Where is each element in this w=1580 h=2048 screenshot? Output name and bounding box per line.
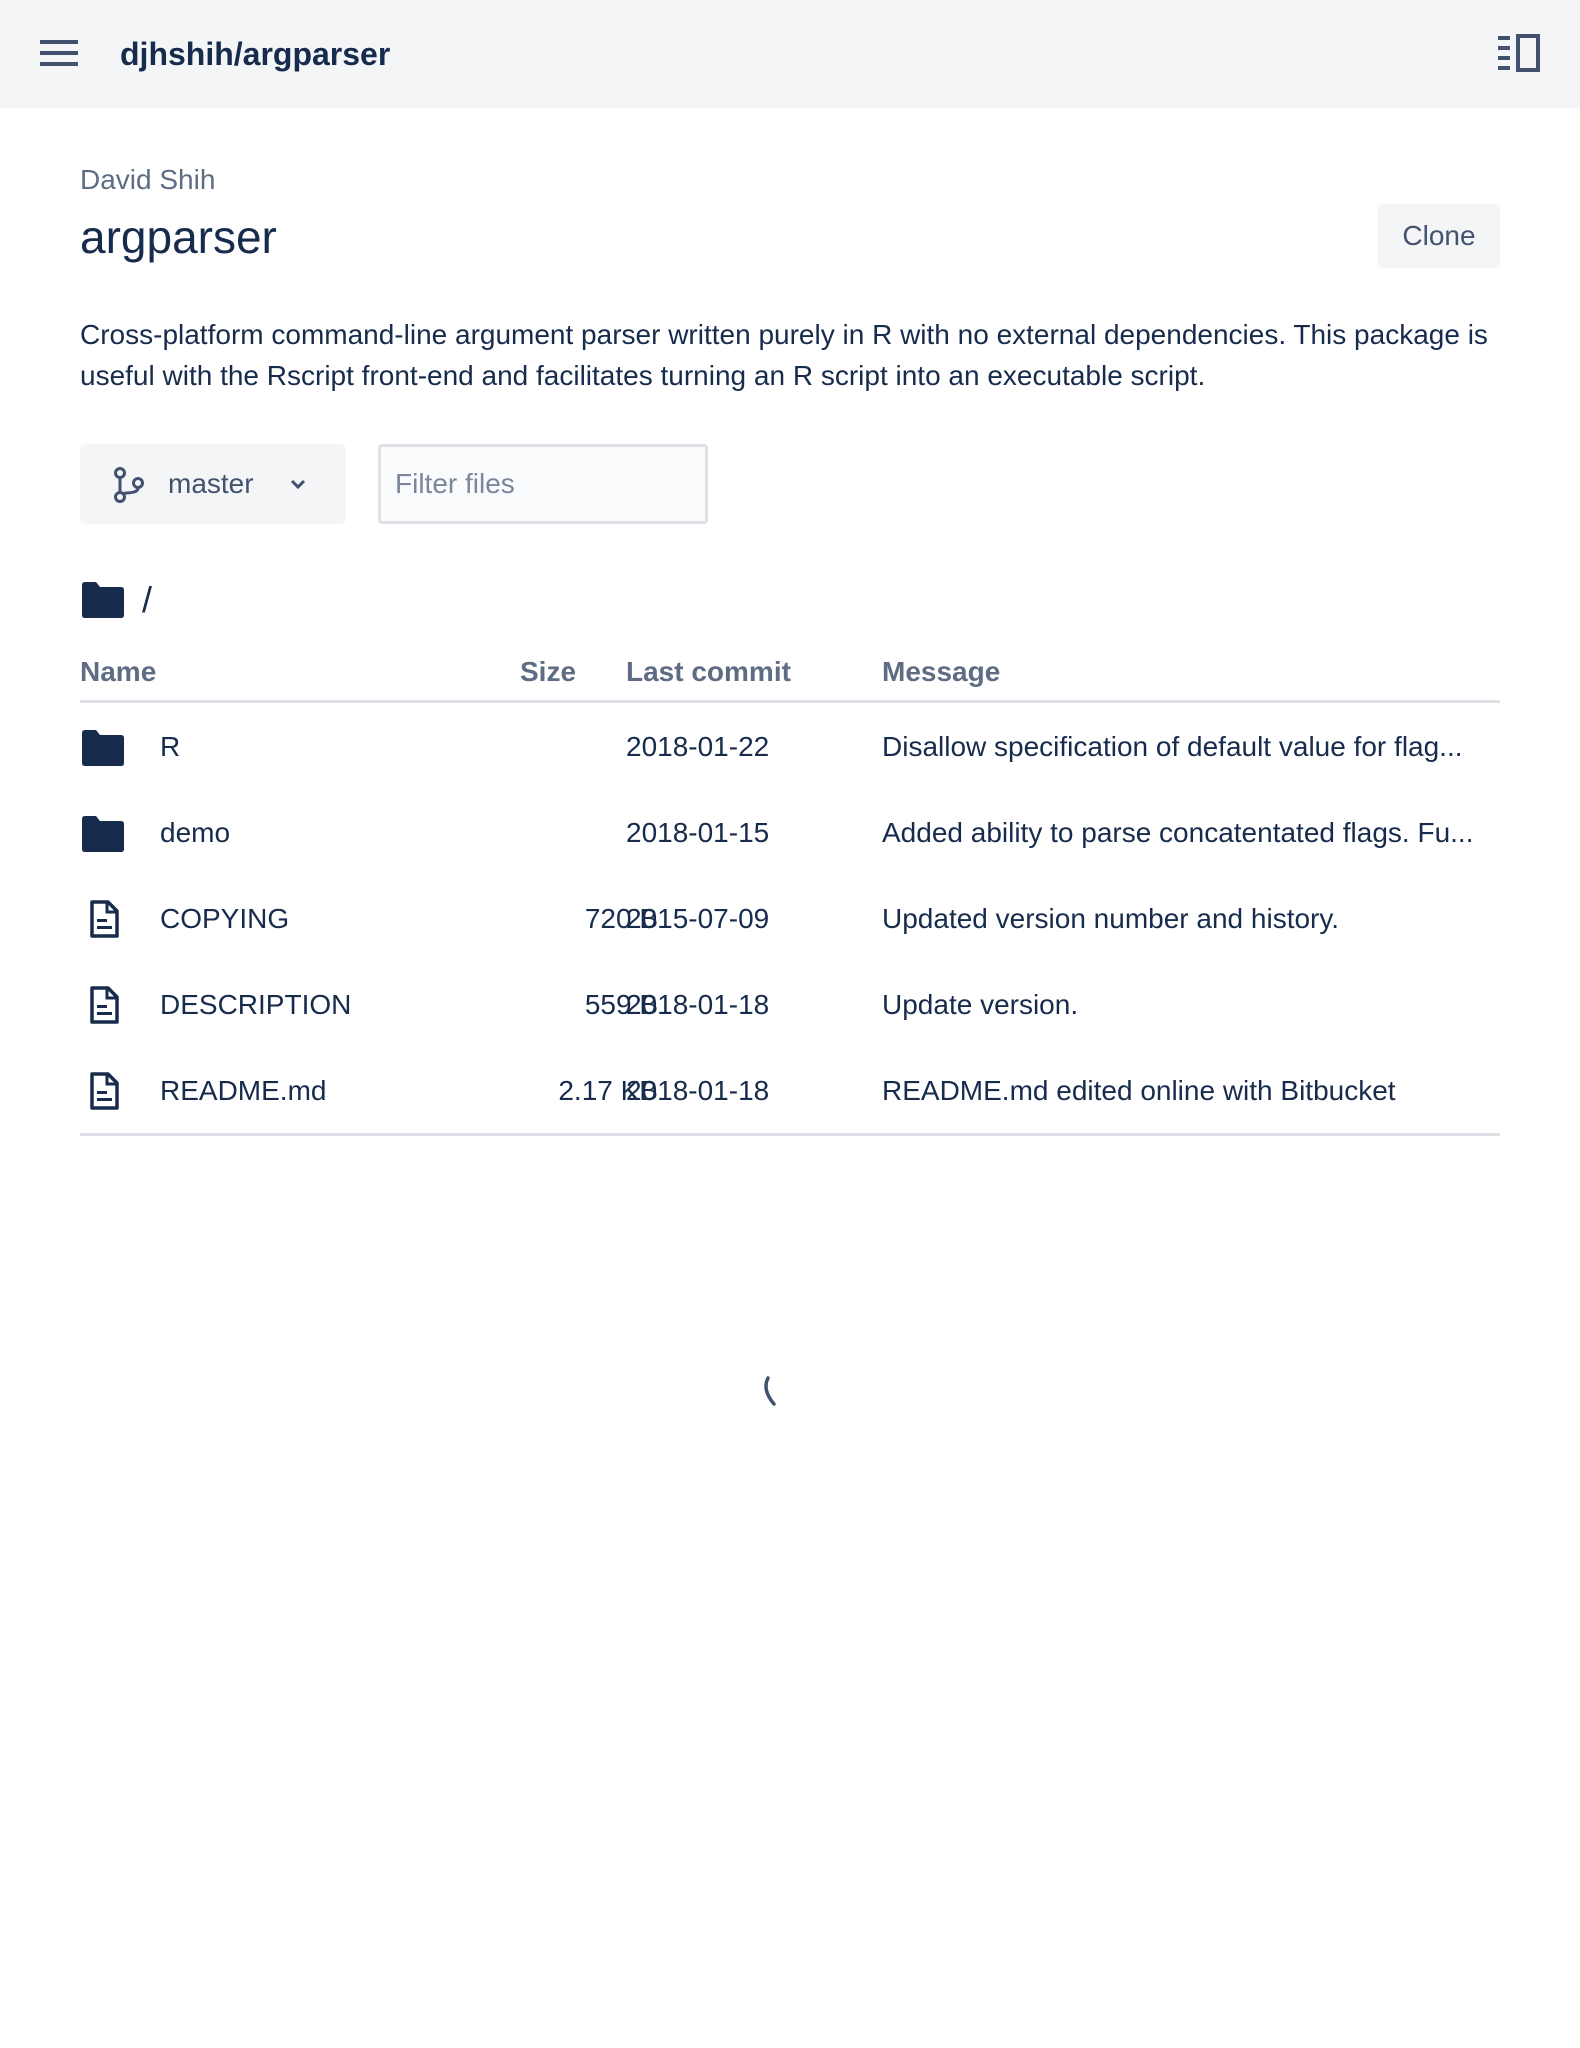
- table-row[interactable]: DESCRIPTION 559 B 2018-01-18 Update vers…: [80, 962, 1500, 1048]
- repo-description: Cross-platform command-line argument par…: [80, 319, 1488, 391]
- file-icon: [82, 1070, 124, 1112]
- branch-selector[interactable]: master: [80, 444, 346, 524]
- file-name[interactable]: COPYING: [160, 900, 289, 938]
- branch-icon: [112, 466, 146, 504]
- file-name[interactable]: DESCRIPTION: [160, 986, 351, 1024]
- repo-path-title[interactable]: djhshih/argparser: [120, 34, 390, 74]
- commit-date: 2018-01-18: [626, 1075, 770, 1106]
- commit-date: 2015-07-09: [626, 903, 770, 934]
- file-name[interactable]: R: [160, 728, 180, 766]
- commit-message: Update version.: [882, 989, 1079, 1020]
- table-footer-divider: [80, 1133, 1500, 1136]
- top-bar: djhshih/argparser: [0, 0, 1580, 108]
- column-header-last-commit[interactable]: Last commit: [626, 652, 791, 692]
- table-row[interactable]: README.md 2.17 KB 2018-01-18 README.md e…: [80, 1048, 1500, 1134]
- file-name[interactable]: README.md: [160, 1072, 326, 1110]
- page-title: argparser: [80, 211, 277, 263]
- folder-icon: [82, 582, 124, 618]
- chevron-down-icon: [288, 474, 308, 494]
- column-header-message[interactable]: Message: [882, 652, 1000, 692]
- table-row[interactable]: R 2018-01-22 Disallow specification of d…: [80, 704, 1500, 790]
- commit-date: 2018-01-18: [626, 989, 770, 1020]
- filter-files-input[interactable]: [378, 444, 708, 524]
- commit-date: 2018-01-15: [626, 817, 770, 848]
- column-header-size[interactable]: Size: [520, 652, 576, 692]
- repo-owner[interactable]: David Shih: [80, 162, 215, 198]
- clone-button[interactable]: Clone: [1378, 204, 1500, 268]
- loading-spinner-icon: [760, 1374, 790, 1410]
- commit-message: README.md edited online with Bitbucket: [882, 1075, 1396, 1106]
- commit-message: Disallow specification of default value …: [882, 731, 1463, 762]
- column-header-name[interactable]: Name: [80, 652, 156, 692]
- branch-label: master: [168, 468, 254, 499]
- folder-icon: [82, 812, 124, 854]
- hamburger-menu-icon[interactable]: [38, 36, 84, 72]
- file-icon: [82, 898, 124, 940]
- folder-icon: [82, 726, 124, 768]
- table-row[interactable]: demo 2018-01-15 Added ability to parse c…: [80, 790, 1500, 876]
- table-row[interactable]: COPYING 720 B 2015-07-09 Updated version…: [80, 876, 1500, 962]
- file-name[interactable]: demo: [160, 814, 230, 852]
- breadcrumb[interactable]: /: [142, 578, 152, 622]
- commit-message: Updated version number and history.: [882, 903, 1340, 934]
- commit-date: 2018-01-22: [626, 731, 770, 762]
- table-header-divider: [80, 700, 1500, 703]
- commit-message: Added ability to parse concatentated fla…: [882, 817, 1474, 848]
- sidebar-toggle-icon[interactable]: [1496, 32, 1544, 76]
- file-icon: [82, 984, 124, 1026]
